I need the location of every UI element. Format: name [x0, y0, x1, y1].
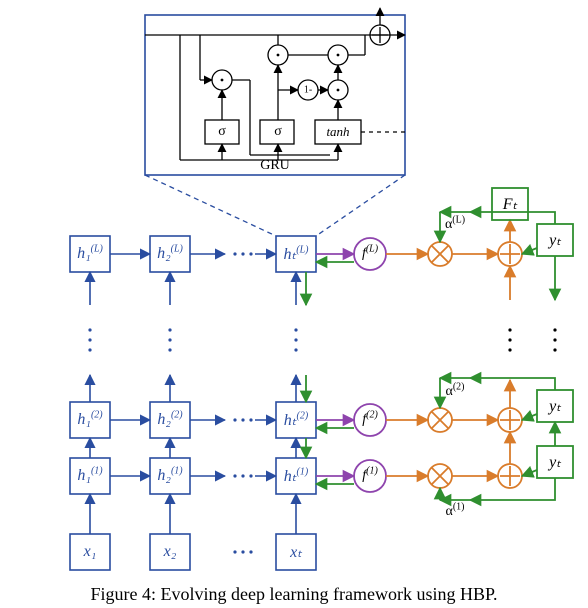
dots: [88, 252, 297, 553]
orange-arrows: [386, 220, 510, 476]
f-circles: [354, 238, 386, 492]
blue-vert: [90, 272, 296, 534]
gru-internals: [145, 8, 405, 160]
dots-right: [508, 328, 556, 351]
green-arrows: [306, 212, 555, 500]
orange-ops: [428, 242, 522, 488]
h-boxes: [70, 236, 316, 570]
zoom-lines: [145, 175, 405, 236]
figure-caption: Figure 4: Evolving deep learning framewo…: [91, 584, 498, 605]
blue-horiz: [110, 254, 276, 476]
h-to-f: [316, 254, 354, 476]
green-boxes: [492, 188, 573, 478]
gru-box: [145, 15, 405, 175]
